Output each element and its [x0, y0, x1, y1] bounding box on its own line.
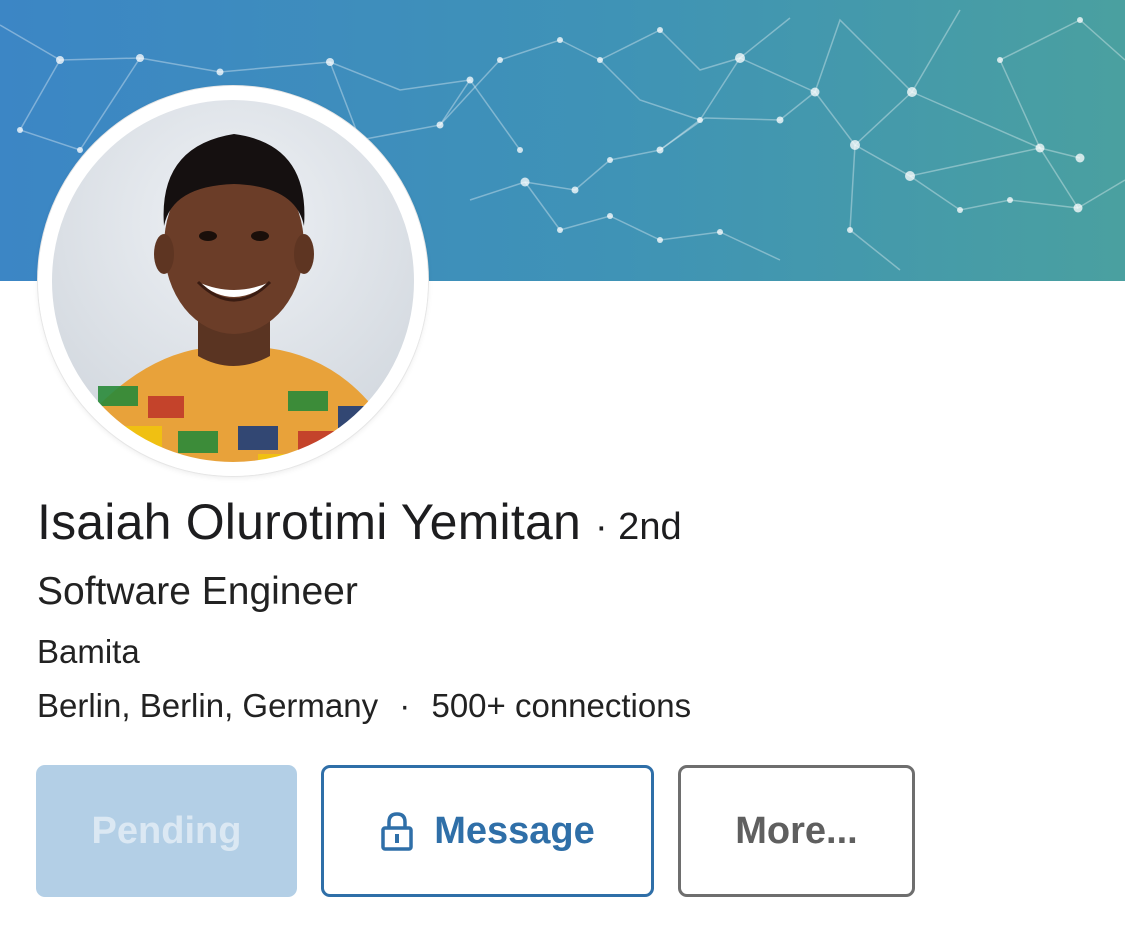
more-label: More...	[735, 809, 858, 852]
pending-label: Pending	[91, 809, 242, 852]
profile-company[interactable]: Bamita	[37, 633, 140, 671]
pending-button[interactable]: Pending	[36, 765, 297, 897]
profile-location: Berlin, Berlin, Germany	[37, 687, 379, 724]
profile-name: Isaiah Olurotimi Yemitan	[37, 494, 581, 550]
more-button[interactable]: More...	[678, 765, 915, 897]
connections-count[interactable]: 500+ connections	[431, 687, 691, 724]
profile-card: Isaiah Olurotimi Yemitan · 2nd Software …	[0, 0, 1125, 933]
location-separator: ·	[399, 687, 411, 724]
connection-degree: · 2nd	[594, 506, 682, 548]
profile-headline: Software Engineer	[37, 570, 358, 613]
message-label: Message	[434, 809, 595, 852]
avatar-photo	[38, 86, 428, 476]
name-row: Isaiah Olurotimi Yemitan · 2nd	[37, 493, 682, 551]
location-row: Berlin, Berlin, Germany · 500+ connectio…	[37, 687, 691, 725]
profile-avatar[interactable]	[38, 86, 428, 476]
lock-icon	[381, 812, 413, 851]
message-button[interactable]: Message	[321, 765, 654, 897]
